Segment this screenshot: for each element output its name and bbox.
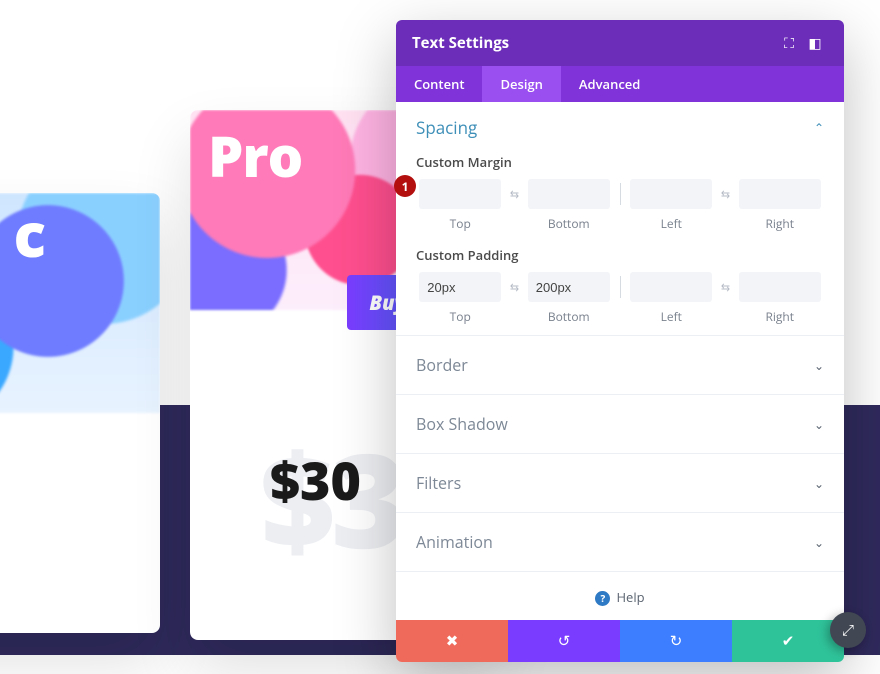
margin-right-sublabel: Right [765,215,794,232]
tab-design[interactable]: Design [482,66,560,102]
panel-tabs: Content Design Advanced [396,66,844,102]
padding-left-sublabel: Left [661,308,682,325]
link-values-icon[interactable]: ⇆ [505,272,525,302]
section-box-shadow[interactable]: Box Shadow ⌄ [396,394,844,453]
padding-right-sublabel: Right [765,308,794,325]
panel-title: Text Settings [412,33,776,53]
annotation-callout-1: 1 [394,175,416,197]
text-settings-panel: Text Settings ⛶ ◧ Content Design Advance… [396,20,844,662]
chevron-down-icon: ⌄ [814,416,824,433]
redo-button[interactable]: ↻ [620,620,732,662]
divider [613,179,627,209]
section-border[interactable]: Border ⌄ [396,335,844,394]
chevron-down-icon: ⌄ [814,475,824,492]
tab-advanced[interactable]: Advanced [561,66,658,102]
margin-left-sublabel: Left [661,215,682,232]
card-title-basic: c [14,193,45,275]
margin-right-input[interactable] [739,179,821,209]
help-label: Help [616,588,644,606]
link-values-icon[interactable]: ⇆ [716,272,736,302]
padding-top-input[interactable] [419,272,501,302]
custom-padding-group: Custom Padding Top ⇆ Bottom Left [396,242,844,335]
expand-icon[interactable]: ⛶ [776,34,802,53]
price-pro: $30 [270,445,361,516]
cancel-button[interactable]: ✖ [396,620,508,662]
panel-header[interactable]: Text Settings ⛶ ◧ [396,20,844,66]
snap-icon[interactable]: ◧ [802,34,828,53]
section-filters-label: Filters [416,472,461,494]
tab-content[interactable]: Content [396,66,482,102]
section-spacing-label: Spacing [416,116,477,139]
panel-footer: ✖ ↺ ↻ ✔ [396,620,844,662]
padding-bottom-input[interactable] [528,272,610,302]
custom-margin-label: Custom Margin [416,153,824,171]
chevron-down-icon: ⌄ [814,357,824,374]
pricing-card-basic: c uy Now 5 5 [0,193,160,633]
help-icon: ? [595,591,610,606]
section-box-shadow-label: Box Shadow [416,413,508,435]
section-border-label: Border [416,354,468,376]
margin-bottom-input[interactable] [528,179,610,209]
undo-button[interactable]: ↺ [508,620,620,662]
margin-left-input[interactable] [630,179,712,209]
margin-top-input[interactable] [419,179,501,209]
section-animation[interactable]: Animation ⌄ [396,512,844,571]
link-values-icon[interactable]: ⇆ [505,179,525,209]
margin-bottom-sublabel: Bottom [548,215,590,232]
expand-diagonal-icon: ⤢ [842,620,854,640]
padding-top-sublabel: Top [450,308,471,325]
custom-padding-label: Custom Padding [416,246,824,264]
save-button[interactable]: ✔ [732,620,844,662]
section-filters[interactable]: Filters ⌄ [396,453,844,512]
help-link[interactable]: ? Help [396,571,844,620]
chevron-up-icon: ⌃ [814,119,824,136]
padding-right-input[interactable] [739,272,821,302]
chevron-down-icon: ⌄ [814,534,824,551]
section-animation-label: Animation [416,531,493,553]
section-spacing-header[interactable]: Spacing ⌃ [396,102,844,149]
custom-margin-group: Custom Margin Top ⇆ Bottom Left [396,149,844,242]
padding-left-input[interactable] [630,272,712,302]
padding-bottom-sublabel: Bottom [548,308,590,325]
card-title-pro: Pro [208,118,302,194]
divider [613,272,627,302]
margin-top-sublabel: Top [450,215,471,232]
link-values-icon[interactable]: ⇆ [716,179,736,209]
